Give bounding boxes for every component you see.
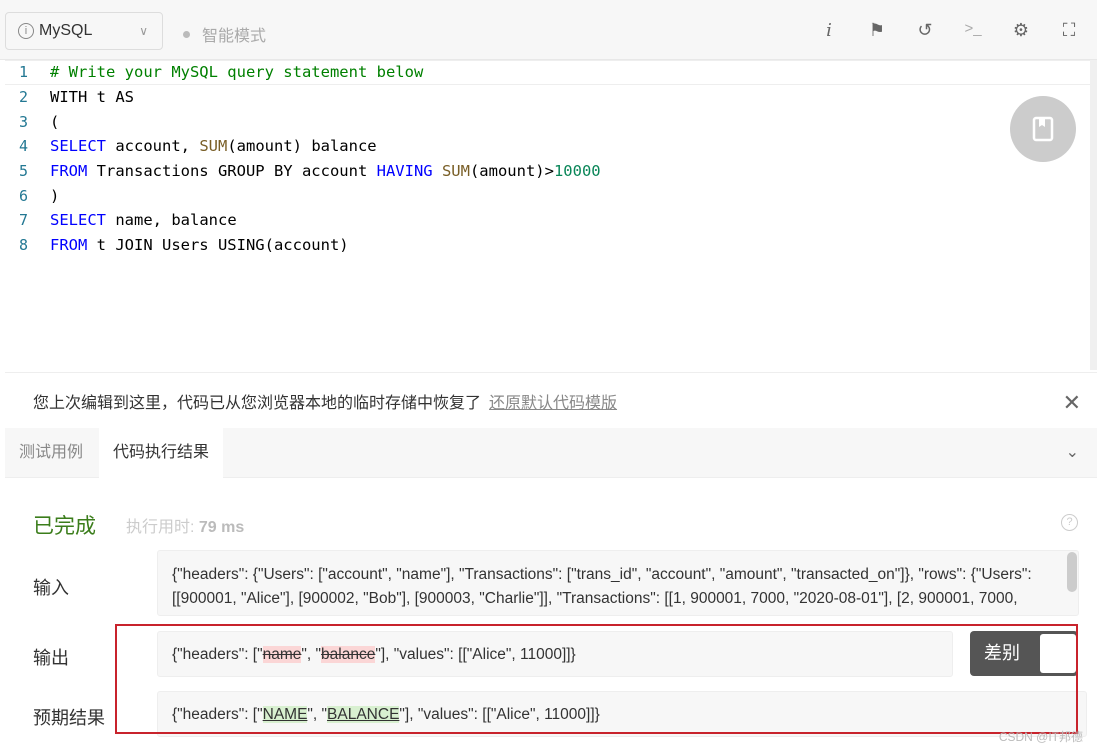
reset-icon[interactable]: ↺ — [914, 20, 936, 41]
result-tabs: 测试用例 代码执行结果 ⌄ — [5, 428, 1097, 478]
console-icon[interactable]: >_ — [962, 20, 984, 37]
line-number: 3 — [18, 112, 28, 131]
smart-mode-label: 智能模式 — [202, 28, 267, 45]
code-line[interactable]: 6) — [5, 183, 1090, 208]
input-scrollbar[interactable] — [1067, 552, 1077, 592]
input-value: {"headers": {"Users": ["account", "name"… — [157, 550, 1079, 616]
watermark: CSDN @IT邦德 — [998, 730, 1083, 744]
code-text: SELECT account, SUM(amount) balance — [50, 137, 377, 156]
line-number: 6 — [18, 186, 28, 205]
code-text: # Write your MySQL query statement below — [50, 63, 424, 82]
editor-scrollbar[interactable] — [1090, 60, 1097, 370]
restore-default-link[interactable]: 还原默认代码模版 — [489, 389, 617, 413]
code-line[interactable]: 5 FROM Transactions GROUP BY account HAVI… — [5, 159, 1090, 184]
language-select[interactable]: i MySQL ∨ — [5, 12, 163, 50]
settings-icon[interactable]: ⚙ — [1010, 20, 1032, 41]
highlight-annotation — [115, 624, 1078, 734]
chevron-down-icon: ∨ — [139, 24, 148, 38]
status-text: 已完成 — [33, 515, 96, 538]
close-icon[interactable]: ✕ — [1063, 390, 1081, 416]
notebook-button[interactable] — [1010, 96, 1076, 162]
notice-text: 您上次编辑到这里，代码已从您浏览器本地的临时存储中恢复了 — [33, 394, 482, 412]
fullscreen-icon[interactable]: ⛶ — [1058, 20, 1080, 41]
tab-test-cases[interactable]: 测试用例 — [5, 428, 97, 478]
smart-mode-toggle[interactable]: 智能模式 — [183, 22, 266, 46]
info-icon[interactable]: i — [818, 20, 840, 41]
line-number: 8 — [18, 236, 28, 255]
runtime-value: 79 ms — [198, 519, 245, 536]
runtime: 执行用时: 79 ms — [126, 513, 244, 537]
chevron-down-icon[interactable]: ⌄ — [1066, 442, 1079, 462]
code-line[interactable]: 2 WITH t AS — [5, 85, 1090, 110]
restore-notice: 您上次编辑到这里，代码已从您浏览器本地的临时存储中恢复了 还原默认代码模版 — [5, 372, 1097, 428]
output-label: 输出 — [33, 648, 69, 668]
tab-execution-result[interactable]: 代码执行结果 — [99, 428, 224, 478]
runtime-label: 执行用时: — [126, 519, 195, 536]
code-line[interactable]: 1 # Write your MySQL query statement belo… — [5, 60, 1090, 85]
code-text: FROM t JOIN Users USING(account) — [50, 236, 349, 255]
code-editor[interactable]: 1 # Write your MySQL query statement belo… — [5, 60, 1090, 370]
code-line[interactable]: 8 FROM t JOIN Users USING(account) — [5, 233, 1090, 258]
expected-label: 预期结果 — [33, 708, 105, 728]
line-number: 4 — [18, 137, 28, 156]
code-text: WITH t AS — [50, 88, 134, 107]
bookmark-icon — [1032, 116, 1054, 142]
code-text: ) — [50, 186, 60, 205]
code-line[interactable]: 4 SELECT account, SUM(amount) balance — [5, 134, 1090, 159]
line-number: 1 — [18, 63, 28, 82]
code-line[interactable]: 3( — [5, 109, 1090, 134]
line-number: 2 — [18, 88, 28, 107]
language-label: MySQL — [39, 22, 93, 39]
code-text: ( — [50, 112, 60, 131]
dot-icon — [183, 30, 190, 38]
code-text: FROM Transactions GROUP BY account HAVIN… — [50, 162, 601, 181]
run-flag-icon[interactable]: ⚑ — [866, 20, 888, 41]
editor-toolbar: i MySQL ∨ 智能模式 i ⚑ ↺ >_ ⚙ ⛶ — [0, 0, 1097, 60]
line-number: 5 — [18, 162, 28, 181]
code-line[interactable]: 7 SELECT name, balance — [5, 208, 1090, 233]
line-number: 7 — [18, 211, 28, 230]
info-icon: i — [18, 23, 34, 39]
code-text: SELECT name, balance — [50, 211, 237, 230]
help-icon[interactable]: ? — [1061, 514, 1078, 531]
input-label: 输入 — [33, 578, 69, 598]
